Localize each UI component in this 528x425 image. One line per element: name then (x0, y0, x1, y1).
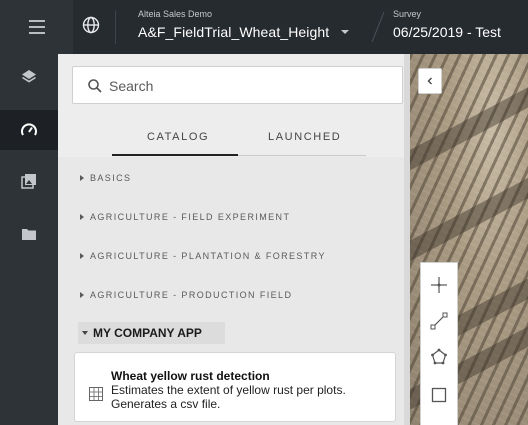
category-label: AGRICULTURE - FIELD EXPERIMENT (90, 212, 291, 222)
caret-right-icon (80, 214, 84, 220)
caret-right-icon (80, 292, 84, 298)
survey-label: Survey (393, 9, 422, 19)
gallery-icon[interactable] (0, 161, 58, 201)
map-tools (420, 262, 458, 425)
caret-right-icon (80, 253, 84, 259)
app-description: Estimates the extent of yellow rust per … (111, 383, 346, 411)
search-input[interactable]: Search (72, 66, 403, 104)
gauge-icon[interactable] (0, 110, 58, 150)
crosshair-icon[interactable] (421, 267, 457, 303)
folder-icon[interactable] (0, 214, 58, 254)
tab-launched[interactable]: LAUNCHED (268, 131, 341, 143)
top-bar: Alteia Sales Demo A&F_FieldTrial_Wheat_H… (0, 0, 528, 54)
caret-right-icon (80, 175, 84, 181)
category-field-experiment[interactable]: AGRICULTURE - FIELD EXPERIMENT (80, 212, 290, 222)
globe-icon[interactable] (78, 12, 104, 38)
left-rail (0, 54, 58, 425)
hamburger-icon[interactable] (0, 0, 73, 54)
category-basics[interactable]: BASICS (80, 173, 131, 183)
chevron-down-icon[interactable] (339, 27, 351, 37)
category-label: BASICS (90, 173, 132, 183)
category-my-company-app[interactable]: MY COMPANY APP (78, 322, 225, 344)
tab-catalog[interactable]: CATALOG (147, 131, 209, 143)
category-label: AGRICULTURE - PRODUCTION FIELD (90, 290, 293, 300)
layers-icon[interactable] (0, 56, 58, 96)
category-label: MY COMPANY APP (93, 326, 202, 340)
project-label: Alteia Sales Demo (138, 9, 213, 19)
collapse-panel-button[interactable] (418, 68, 442, 94)
tab-divider (238, 155, 366, 156)
active-tab-indicator (112, 154, 238, 156)
category-label: AGRICULTURE - PLANTATION & FORESTRY (90, 251, 326, 261)
polyline-icon[interactable] (421, 303, 457, 339)
topbar-divider (115, 10, 116, 44)
search-placeholder: Search (109, 78, 154, 94)
search-icon (88, 79, 102, 93)
breadcrumb-separator (371, 11, 385, 43)
app-card-wheat-yellow-rust[interactable]: Wheat yellow rust detection Estimates th… (74, 352, 396, 422)
survey-selector[interactable]: 06/25/2019 - Test (393, 24, 501, 40)
grid-app-icon (89, 387, 103, 401)
app-title: Wheat yellow rust detection (111, 369, 270, 383)
category-plantation-forestry[interactable]: AGRICULTURE - PLANTATION & FORESTRY (80, 251, 326, 261)
project-selector[interactable]: A&F_FieldTrial_Wheat_Height (138, 24, 329, 40)
category-production-field[interactable]: AGRICULTURE - PRODUCTION FIELD (80, 290, 292, 300)
caret-down-icon (82, 331, 88, 335)
rectangle-icon[interactable] (421, 377, 457, 413)
chevron-left-icon (427, 77, 432, 85)
polygon-icon[interactable] (421, 339, 457, 375)
